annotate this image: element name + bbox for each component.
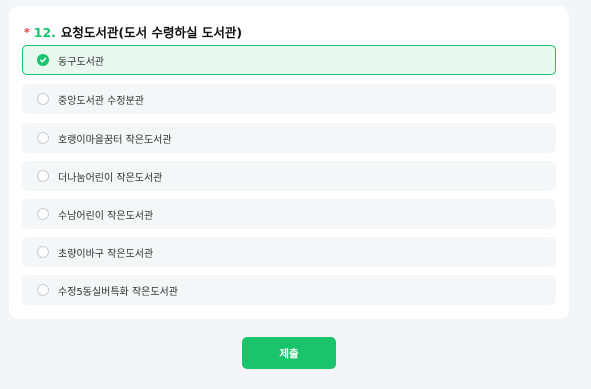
question-card: * 12. 요청도서관(도서 수령하실 도서관) 동구도서관 중앙도서관 수정분… [9, 6, 569, 319]
option-label: 더나눔어린이 작은도서관 [58, 172, 163, 184]
radio-circle-icon [37, 246, 49, 258]
option-5[interactable]: 초량이바구 작은도서관 [22, 237, 556, 267]
check-circle-icon [37, 54, 49, 66]
question-text: 요청도서관(도서 수령하실 도서관) [60, 25, 243, 40]
radio-circle-icon [37, 208, 49, 220]
option-label: 호랭이마을꿈터 작은도서관 [58, 134, 172, 146]
option-label: 수남어린이 작은도서관 [58, 210, 154, 222]
required-mark: * [24, 26, 30, 39]
option-label: 중앙도서관 수정분관 [58, 95, 144, 107]
option-label: 동구도서관 [58, 56, 104, 68]
option-1[interactable]: 중앙도서관 수정분관 [22, 84, 556, 114]
radio-circle-icon [37, 170, 49, 182]
question-title: * 12. 요청도서관(도서 수령하실 도서관) [24, 22, 242, 41]
radio-circle-icon [37, 132, 49, 144]
option-label: 수정5동실버특화 작은도서관 [58, 286, 178, 298]
submit-button[interactable]: 제출 [242, 337, 336, 369]
option-3[interactable]: 더나눔어린이 작은도서관 [22, 161, 556, 191]
option-label: 초량이바구 작은도서관 [58, 248, 154, 260]
option-6[interactable]: 수정5동실버특화 작은도서관 [22, 275, 556, 305]
radio-circle-icon [37, 284, 49, 296]
option-2[interactable]: 호랭이마을꿈터 작은도서관 [22, 123, 556, 153]
radio-circle-icon [37, 93, 49, 105]
option-4[interactable]: 수남어린이 작은도서관 [22, 199, 556, 229]
question-number: 12. [33, 25, 56, 40]
option-0[interactable]: 동구도서관 [22, 45, 556, 75]
